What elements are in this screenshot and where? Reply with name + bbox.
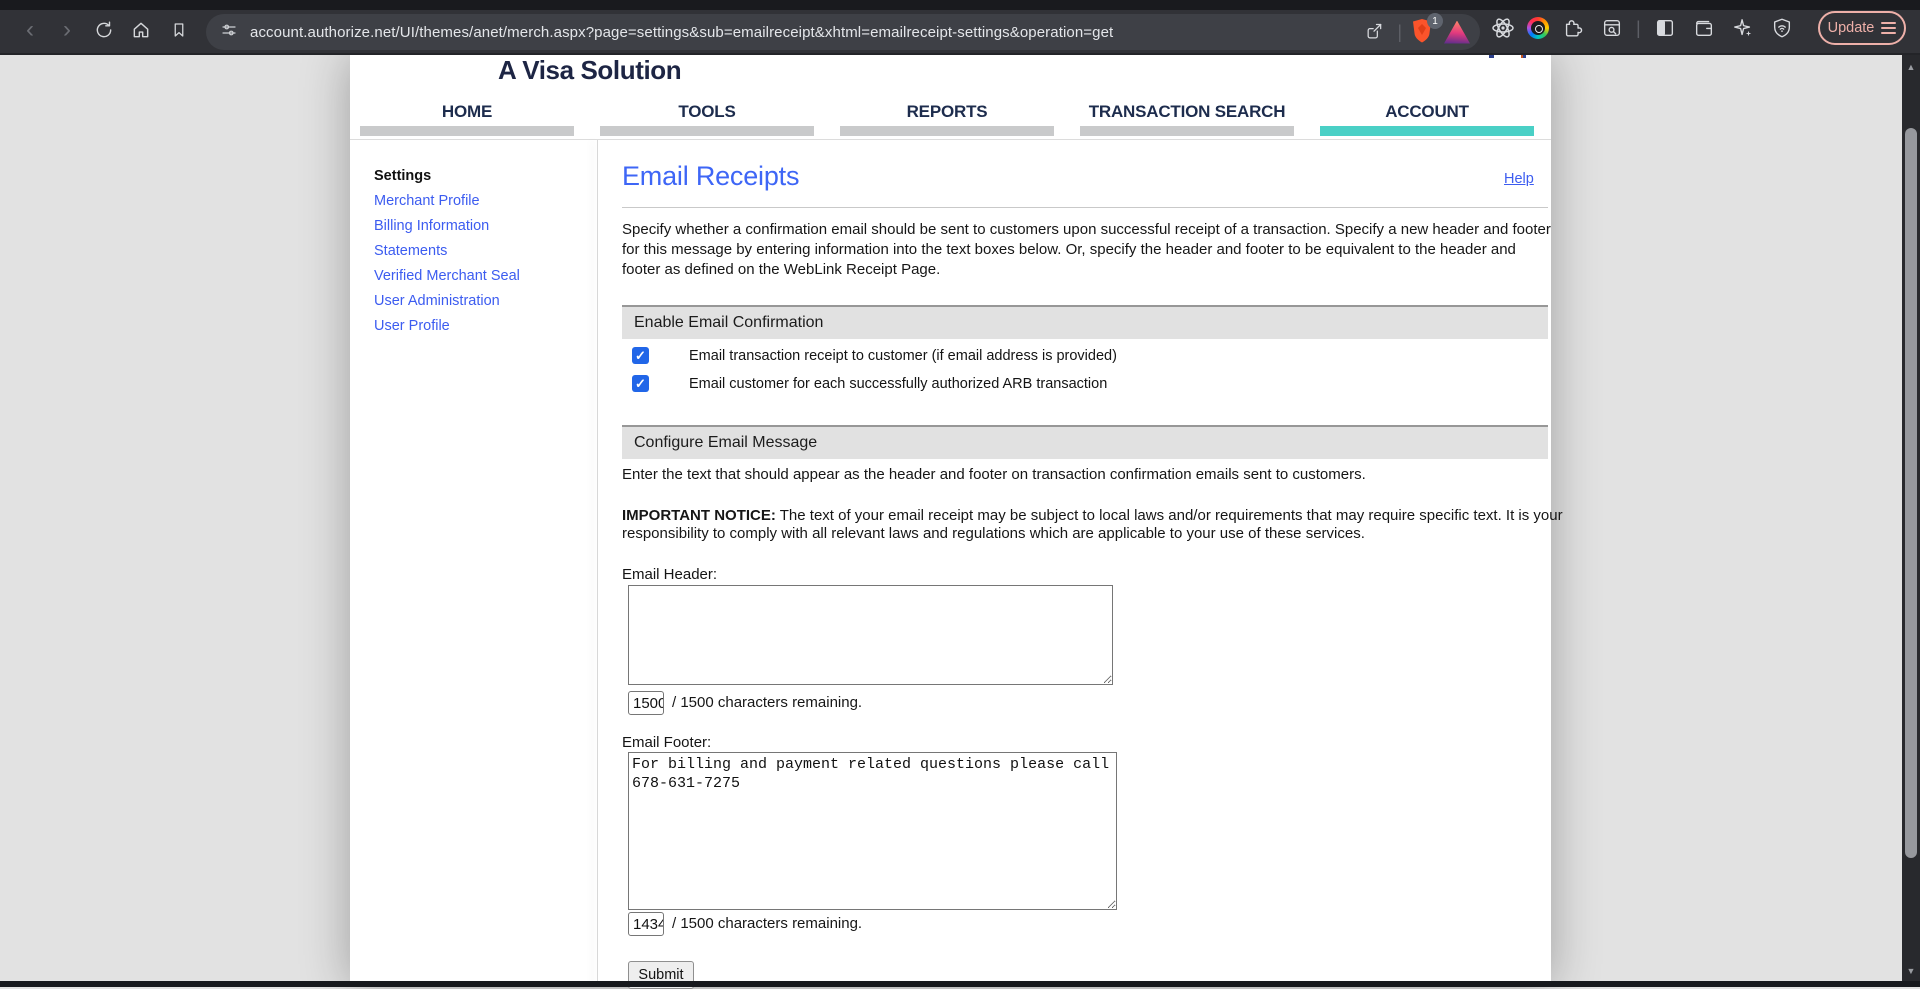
email-header-remaining-count[interactable]	[628, 691, 664, 715]
page-scrollbar[interactable]: ▲ ▼	[1902, 55, 1920, 987]
cut-off-header-artifact	[1489, 55, 1494, 58]
sidebar-item-verified-merchant-seal[interactable]: Verified Merchant Seal	[374, 268, 520, 284]
window-bottom-strip	[0, 981, 1920, 987]
checkbox-label: Email transaction receipt to customer (i…	[689, 348, 1117, 364]
update-label: Update	[1828, 20, 1875, 36]
tab-account[interactable]: ACCOUNT	[1320, 102, 1534, 136]
tab-reports[interactable]: REPORTS	[840, 102, 1054, 136]
main-nav: HOME TOOLS REPORTS TRANSACTION SEARCH AC…	[360, 102, 1534, 136]
tab-home[interactable]: HOME	[360, 102, 574, 136]
section-title: Enable Email Confirmation	[634, 314, 823, 332]
sidebar-item-statements[interactable]: Statements	[374, 243, 447, 259]
vpn-shield-icon[interactable]	[1767, 13, 1797, 43]
email-footer-remaining-text: / 1500 characters remaining.	[672, 915, 862, 932]
color-lens-extension-icon[interactable]	[1527, 17, 1549, 39]
site-content: A Visa Solution HOME TOOLS REPORTS TRANS…	[350, 55, 1551, 987]
checkbox-email-receipt[interactable]: ✓	[632, 347, 649, 364]
update-menu-button[interactable]: Update	[1818, 11, 1906, 45]
section-configure-email-message: Configure Email Message	[622, 425, 1548, 459]
brave-shield-icon[interactable]: 1	[1410, 18, 1436, 46]
sidebar-item-user-profile[interactable]: User Profile	[374, 318, 450, 334]
toolbar-separator: |	[1636, 18, 1641, 39]
intro-text: Specify whether a confirmation email sho…	[622, 220, 1556, 280]
checkbox-arb-email[interactable]: ✓	[632, 375, 649, 392]
menu-hamburger-icon	[1881, 19, 1896, 37]
home-icon[interactable]	[124, 13, 158, 47]
back-icon[interactable]: ‹	[13, 13, 47, 47]
scrollbar-thumb[interactable]	[1905, 128, 1917, 858]
search-page-extension-icon[interactable]	[1597, 13, 1627, 43]
email-header-textarea[interactable]	[628, 585, 1113, 685]
email-footer-textarea[interactable]: For billing and payment related question…	[628, 752, 1117, 910]
section-title: Configure Email Message	[634, 434, 817, 452]
scroll-up-icon[interactable]: ▲	[1902, 59, 1920, 75]
notice-label: IMPORTANT NOTICE:	[622, 507, 776, 524]
tab-tools[interactable]: TOOLS	[600, 102, 814, 136]
sidebar-toggle-icon[interactable]	[1650, 13, 1680, 43]
page-title: Email Receipts	[622, 161, 799, 192]
configure-instruction: Enter the text that should appear as the…	[622, 466, 1366, 483]
react-devtools-icon[interactable]	[1488, 13, 1518, 43]
email-footer-remaining-count[interactable]	[628, 912, 664, 936]
section-enable-email-confirmation: Enable Email Confirmation	[622, 305, 1548, 339]
title-divider	[622, 207, 1548, 208]
scroll-down-icon[interactable]: ▼	[1902, 963, 1920, 979]
shield-badge-count: 1	[1427, 13, 1443, 29]
sidebar-item-user-administration[interactable]: User Administration	[374, 293, 500, 309]
url-bar[interactable]: account.authorize.net/UI/themes/anet/mer…	[206, 14, 1480, 50]
toolbar-separator: |	[1397, 22, 1402, 43]
checkbox-label: Email customer for each successfully aut…	[689, 376, 1107, 392]
url-text[interactable]: account.authorize.net/UI/themes/anet/mer…	[250, 24, 1359, 41]
share-icon[interactable]	[1359, 17, 1389, 47]
sidebar-heading: Settings	[374, 168, 431, 184]
email-header-label: Email Header:	[622, 566, 717, 583]
browser-toolbar: ‹ › account.authorize.net/UI/themes/anet…	[0, 0, 1920, 55]
help-link[interactable]: Help	[1504, 171, 1534, 187]
tab-transaction-search[interactable]: TRANSACTION SEARCH	[1080, 102, 1294, 136]
site-settings-icon[interactable]	[220, 21, 238, 44]
leo-ai-sparkles-icon[interactable]	[1728, 13, 1758, 43]
brave-rewards-icon[interactable]	[1444, 21, 1470, 44]
email-footer-label: Email Footer:	[622, 734, 711, 751]
sidebar-divider	[597, 140, 598, 987]
window-top-strip	[0, 0, 1920, 10]
logo-tagline: A Visa Solution	[498, 55, 681, 86]
important-notice: IMPORTANT NOTICE: The text of your email…	[622, 507, 1566, 542]
header-divider	[350, 139, 1551, 140]
email-header-remaining-text: / 1500 characters remaining.	[672, 694, 862, 711]
cut-off-header-artifact	[1521, 55, 1526, 58]
bookmark-icon[interactable]	[162, 13, 196, 47]
forward-icon[interactable]: ›	[50, 13, 84, 47]
sidebar-item-merchant-profile[interactable]: Merchant Profile	[374, 193, 480, 209]
extensions-puzzle-icon[interactable]	[1558, 13, 1588, 43]
wallet-icon[interactable]	[1689, 13, 1719, 43]
reload-icon[interactable]	[87, 13, 121, 47]
sidebar-item-billing-information[interactable]: Billing Information	[374, 218, 489, 234]
